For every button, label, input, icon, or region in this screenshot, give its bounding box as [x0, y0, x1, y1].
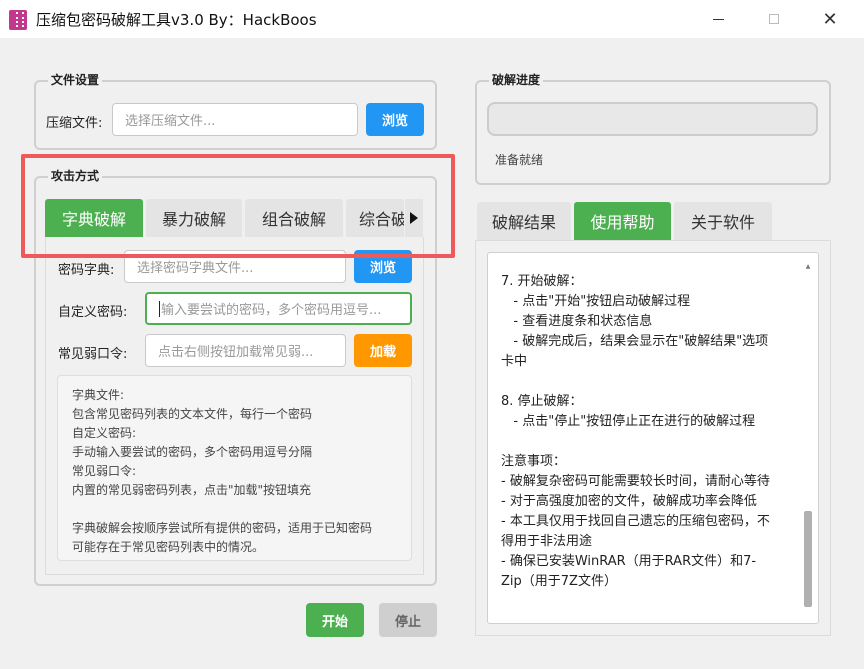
file-settings-title: 文件设置	[48, 71, 103, 88]
help-scrollbar[interactable]: ▲	[804, 261, 812, 607]
minimize-icon	[712, 18, 724, 20]
help-line: - 破解完成后，结果会显示在"破解结果"选项	[501, 334, 769, 349]
custom-password-input[interactable]: 输入要尝试的密码，多个密码用逗号...	[145, 292, 412, 325]
info-line: 手动输入要尝试的密码，多个密码用逗号分隔	[72, 445, 313, 459]
weak-password-label: 常见弱口令:	[58, 347, 128, 362]
help-line: Zip（用于7Z文件）	[501, 574, 617, 589]
tab-brute-force[interactable]: 暴力破解	[146, 199, 242, 237]
archive-file-label: 压缩文件:	[46, 116, 103, 131]
progress-status: 准备就绪	[495, 153, 544, 167]
tab-dictionary[interactable]: 字典破解	[45, 199, 143, 237]
help-content: 7. 开始破解： - 点击"开始"按钮启动破解过程 - 查看进度条和状态信息 -…	[501, 272, 801, 592]
archive-browse-button[interactable]: 浏览	[366, 103, 424, 136]
load-weak-passwords-button[interactable]: 加载	[354, 334, 412, 367]
help-line: 得用于非法用途	[501, 534, 593, 549]
maximize-icon	[769, 14, 779, 24]
window-title: 压缩包密码破解工具v3.0 By：HackBoos	[36, 11, 317, 29]
help-line	[501, 372, 801, 392]
help-line: - 点击"开始"按钮启动破解过程	[501, 294, 691, 309]
stop-button[interactable]: 停止	[379, 603, 437, 637]
progress-bar	[487, 102, 818, 136]
help-line: 7. 开始破解：	[501, 274, 583, 289]
tab-scroll-right-button[interactable]	[405, 199, 423, 237]
dictionary-browse-button[interactable]: 浏览	[354, 250, 412, 283]
weak-password-input[interactable]: 点击右侧按钮加载常见弱...	[145, 334, 346, 367]
close-icon: ✕	[822, 8, 838, 30]
triangle-right-icon	[410, 212, 418, 224]
help-line: 注意事项：	[501, 454, 567, 469]
tab-results[interactable]: 破解结果	[477, 202, 571, 240]
dictionary-input[interactable]: 选择密码字典文件...	[124, 250, 346, 283]
info-line: 字典破解会按顺序尝试所有提供的密码，适用于已知密码	[72, 521, 373, 535]
custom-password-label: 自定义密码:	[58, 305, 128, 320]
info-line	[72, 500, 397, 519]
help-line: - 查看进度条和状态信息	[501, 314, 653, 329]
minimize-button[interactable]	[690, 0, 746, 38]
help-line: - 确保已安装WinRAR（用于RAR文件）和7-	[501, 554, 757, 569]
start-button[interactable]: 开始	[306, 603, 364, 637]
attack-title: 攻击方式	[48, 167, 103, 184]
info-line: 常见弱口令:	[72, 464, 137, 478]
maximize-button[interactable]	[746, 0, 802, 38]
dictionary-info-box: 字典文件: 包含常见密码列表的文本文件，每行一个密码 自定义密码: 手动输入要尝…	[57, 375, 412, 561]
archive-icon	[9, 10, 27, 30]
title-bar: 压缩包密码破解工具v3.0 By：HackBoos ✕	[0, 0, 864, 38]
help-text-area[interactable]: 7. 开始破解： - 点击"开始"按钮启动破解过程 - 查看进度条和状态信息 -…	[487, 252, 819, 624]
help-line: - 本工具仅用于找回自己遗忘的压缩包密码，不	[501, 514, 770, 529]
help-line: - 破解复杂密码可能需要较长时间，请耐心等待	[501, 474, 770, 489]
help-line	[501, 432, 801, 452]
text-cursor	[159, 300, 160, 317]
help-scrollbar-thumb[interactable]	[804, 511, 812, 607]
tab-combination[interactable]: 组合破解	[245, 199, 343, 237]
help-line: 卡中	[501, 354, 528, 369]
custom-password-placeholder: 输入要尝试的密码，多个密码用逗号...	[161, 303, 382, 318]
help-line: 8. 停止破解：	[501, 394, 583, 409]
tab-help[interactable]: 使用帮助	[574, 202, 671, 240]
scroll-up-icon[interactable]: ▲	[804, 257, 812, 270]
info-line: 字典文件:	[72, 388, 125, 402]
info-line: 包含常见密码列表的文本文件，每行一个密码	[72, 407, 313, 421]
dictionary-label: 密码字典:	[58, 263, 115, 278]
info-line: 自定义密码:	[72, 426, 137, 440]
close-button[interactable]: ✕	[802, 0, 858, 38]
progress-title: 破解进度	[489, 71, 544, 88]
tab-comprehensive[interactable]: 综合破解	[346, 199, 404, 237]
info-line: 内置的常见弱密码列表，点击"加载"按钮填充	[72, 483, 312, 497]
help-line: - 对于高强度加密的文件，破解成功率会降低	[501, 494, 757, 509]
archive-file-input[interactable]: 选择压缩文件...	[112, 103, 358, 136]
info-line: 可能存在于常见密码列表中的情况。	[72, 540, 265, 554]
tab-about[interactable]: 关于软件	[674, 202, 772, 240]
help-line: - 点击"停止"按钮停止正在进行的破解过程	[501, 414, 756, 429]
